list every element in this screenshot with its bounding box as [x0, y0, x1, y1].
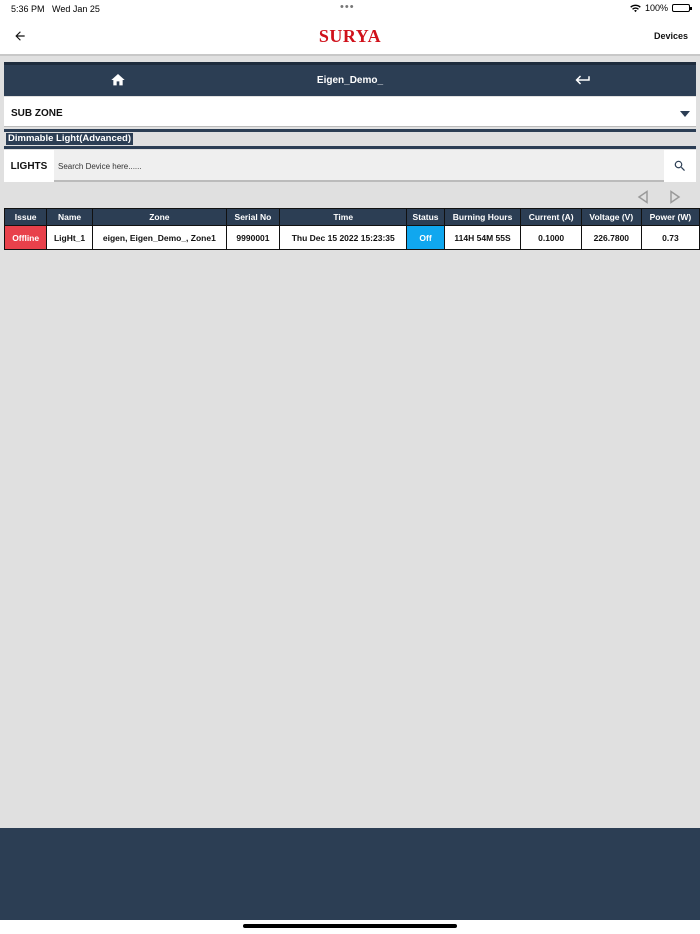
- footer-bar: [0, 828, 700, 920]
- column-header-issue[interactable]: Issue: [4, 208, 48, 226]
- main-content: Eigen_Demo_ SUB ZONE Dimmable Light(Adva…: [0, 56, 700, 828]
- cell-burning-hours: 114H 54M 55S: [443, 225, 522, 250]
- pagination: [636, 190, 696, 204]
- battery-percent: 100%: [644, 3, 668, 13]
- search-row: LIGHTS: [4, 150, 696, 182]
- issue-badge: Offline: [4, 225, 48, 250]
- devices-link[interactable]: Devices: [654, 31, 688, 41]
- search-icon: [674, 160, 685, 171]
- zone-navbar: Eigen_Demo_: [4, 62, 696, 96]
- device-type-label: Dimmable Light(Advanced): [6, 133, 133, 145]
- triangle-right-icon[interactable]: [668, 190, 682, 204]
- home-indicator-area: [0, 920, 700, 934]
- subzone-label: SUB ZONE: [11, 108, 63, 119]
- zone-title: Eigen_Demo_: [316, 75, 384, 86]
- cell-power: 0.73: [640, 225, 700, 250]
- triangle-left-icon[interactable]: [636, 190, 650, 204]
- cell-time: Thu Dec 15 2022 15:23:35: [279, 225, 408, 250]
- status-bar: 5:36 PM Wed Jan 25 ••• 100%: [0, 0, 700, 18]
- cell-voltage: 226.7800: [580, 225, 642, 250]
- column-header-name[interactable]: Name: [46, 208, 93, 226]
- status-badge[interactable]: Off: [406, 225, 445, 250]
- home-indicator[interactable]: [243, 924, 457, 928]
- brand-logo: SURYA: [318, 26, 382, 46]
- device-category-label: LIGHTS: [4, 150, 54, 182]
- table-row[interactable]: Offline LigHt_1 eigen, Eigen_Demo_, Zone…: [4, 225, 700, 250]
- cell-zone: eigen, Eigen_Demo_, Zone1: [91, 225, 227, 250]
- search-input[interactable]: [58, 154, 662, 178]
- column-header-zone[interactable]: Zone: [91, 208, 227, 226]
- devices-table: Issue Name Zone Serial No Time Status Bu…: [4, 208, 700, 250]
- column-header-time[interactable]: Time: [279, 208, 408, 226]
- column-header-voltage[interactable]: Voltage (V): [580, 208, 642, 226]
- wifi-icon: [630, 4, 641, 12]
- section-divider: [4, 129, 696, 132]
- return-icon[interactable]: [574, 71, 592, 89]
- table-header-row: Issue Name Zone Serial No Time Status Bu…: [4, 208, 700, 226]
- cell-name: LigHt_1: [46, 225, 93, 250]
- status-time: 5:36 PM: [11, 4, 45, 14]
- status-right: 100%: [630, 3, 692, 13]
- battery-icon: [672, 4, 692, 12]
- cell-serial: 9990001: [225, 225, 281, 250]
- app-header: SURYA Devices: [0, 18, 700, 56]
- search-button[interactable]: [664, 150, 696, 182]
- column-header-burning-hours[interactable]: Burning Hours: [443, 208, 522, 226]
- column-header-power[interactable]: Power (W): [640, 208, 700, 226]
- subzone-dropdown[interactable]: SUB ZONE: [4, 97, 696, 127]
- cell-current: 0.1000: [520, 225, 582, 250]
- caret-down-icon: [680, 111, 690, 117]
- devices-table-container[interactable]: Issue Name Zone Serial No Time Status Bu…: [4, 208, 700, 250]
- status-date: Wed Jan 25: [52, 4, 100, 14]
- column-header-current[interactable]: Current (A): [520, 208, 582, 226]
- section-divider: [4, 146, 696, 149]
- column-header-status[interactable]: Status: [406, 208, 445, 226]
- multitasking-dots-icon[interactable]: •••: [340, 1, 355, 13]
- column-header-serial[interactable]: Serial No: [225, 208, 281, 226]
